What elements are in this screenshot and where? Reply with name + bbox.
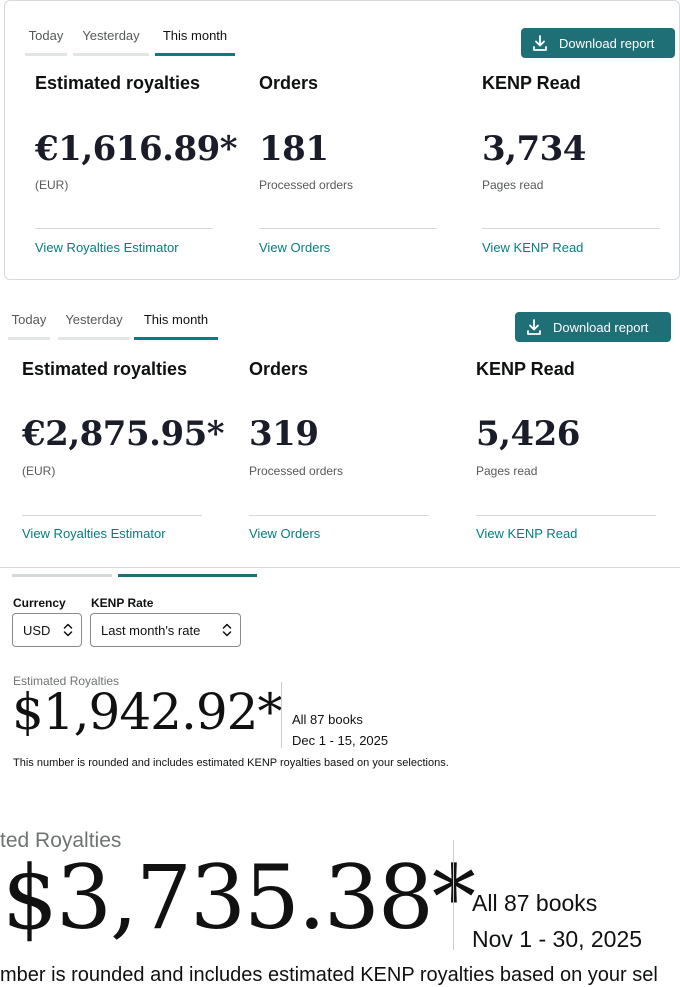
metric-title: Estimated royalties bbox=[35, 73, 201, 93]
rounding-note: mber is rounded and includes estimated K… bbox=[0, 964, 658, 986]
metric-sub: Pages read bbox=[476, 464, 538, 478]
books-scope: All 87 books bbox=[292, 712, 363, 727]
metric-value: 5,426 bbox=[476, 414, 580, 454]
divider bbox=[482, 228, 660, 229]
metric-value: €2,875.95* bbox=[22, 414, 225, 454]
tab-this-month[interactable]: This month bbox=[155, 28, 235, 56]
view-royalties-estimator-link[interactable]: View Royalties Estimator bbox=[35, 240, 179, 255]
tab-underline bbox=[12, 574, 112, 577]
download-report-label: Download report bbox=[559, 35, 655, 51]
download-icon bbox=[533, 35, 547, 51]
kenp-rate-select[interactable]: Last month's rate bbox=[90, 613, 241, 647]
up-down-chevron-icon bbox=[222, 623, 232, 637]
metric-value: 3,734 bbox=[482, 129, 586, 169]
metric-sub: Pages read bbox=[482, 178, 544, 192]
tab-this-month[interactable]: This month bbox=[134, 312, 218, 340]
metric-value: €1,616.89* bbox=[35, 129, 238, 169]
view-orders-link[interactable]: View Orders bbox=[259, 240, 330, 255]
kenp-rate-label: KENP Rate bbox=[91, 596, 154, 610]
metric-title: Orders bbox=[259, 73, 319, 93]
metric-estimated-royalties: Estimated royalties bbox=[35, 73, 200, 94]
up-down-chevron-icon bbox=[63, 623, 73, 637]
tab-yesterday[interactable]: Yesterday bbox=[58, 312, 130, 340]
tab-yesterday[interactable]: Yesterday bbox=[73, 28, 149, 56]
estimated-royalties-amount: $1,942.92* bbox=[12, 683, 282, 741]
metric-sub: Processed orders bbox=[249, 464, 344, 478]
period-tabs: Today Yesterday This month bbox=[8, 312, 218, 340]
divider bbox=[22, 515, 202, 516]
metric-estimated-royalties: Estimated royalties bbox=[22, 359, 187, 380]
view-orders-link[interactable]: View Orders bbox=[249, 526, 320, 541]
tab-underline-active bbox=[118, 574, 257, 577]
divider bbox=[35, 228, 213, 229]
metric-value: 181 bbox=[259, 129, 329, 169]
view-kenp-read-link[interactable]: View KENP Read bbox=[476, 526, 577, 541]
rounding-note: This number is rounded and includes esti… bbox=[13, 757, 449, 769]
download-report-button[interactable]: Download report bbox=[515, 312, 671, 342]
divider bbox=[453, 840, 454, 950]
metric-sub: (EUR) bbox=[35, 178, 69, 192]
metric-sub: (EUR) bbox=[22, 464, 56, 478]
estimated-royalties-amount: $3,735.38* bbox=[2, 846, 476, 949]
currency-value: USD bbox=[23, 622, 51, 638]
divider bbox=[249, 515, 429, 516]
dashboard-panel-2: Today Yesterday This month Download repo… bbox=[0, 288, 680, 568]
metric-orders: Orders bbox=[249, 359, 308, 380]
dashboard-panel-1: Today Yesterday This month Download repo… bbox=[4, 0, 680, 280]
divider bbox=[281, 682, 282, 748]
tab-today[interactable]: Today bbox=[25, 28, 67, 56]
download-icon bbox=[527, 319, 541, 335]
metric-orders: Orders bbox=[259, 73, 318, 94]
metric-kenp-read: KENP Read bbox=[476, 359, 575, 380]
kenp-rate-value: Last month's rate bbox=[101, 622, 201, 638]
date-range: Nov 1 - 30, 2025 bbox=[472, 926, 643, 952]
metric-title: KENP Read bbox=[482, 73, 581, 93]
divider bbox=[259, 228, 437, 229]
metric-value: 319 bbox=[249, 414, 319, 454]
tab-today[interactable]: Today bbox=[8, 312, 50, 340]
metric-title: Orders bbox=[249, 359, 309, 379]
books-scope: All 87 books bbox=[472, 890, 598, 916]
metric-title: Estimated royalties bbox=[22, 359, 188, 379]
currency-select[interactable]: USD bbox=[12, 613, 82, 647]
period-tabs: Today Yesterday This month bbox=[25, 28, 235, 56]
currency-label: Currency bbox=[13, 596, 66, 610]
metric-sub: Processed orders bbox=[259, 178, 354, 192]
divider bbox=[476, 515, 656, 516]
download-report-button[interactable]: Download report bbox=[521, 28, 675, 58]
date-range: Dec 1 - 15, 2025 bbox=[292, 733, 389, 748]
view-royalties-estimator-link[interactable]: View Royalties Estimator bbox=[22, 526, 166, 541]
download-report-label: Download report bbox=[553, 319, 649, 335]
metric-kenp-read: KENP Read bbox=[482, 73, 581, 94]
metric-title: KENP Read bbox=[476, 359, 575, 379]
view-kenp-read-link[interactable]: View KENP Read bbox=[482, 240, 583, 255]
